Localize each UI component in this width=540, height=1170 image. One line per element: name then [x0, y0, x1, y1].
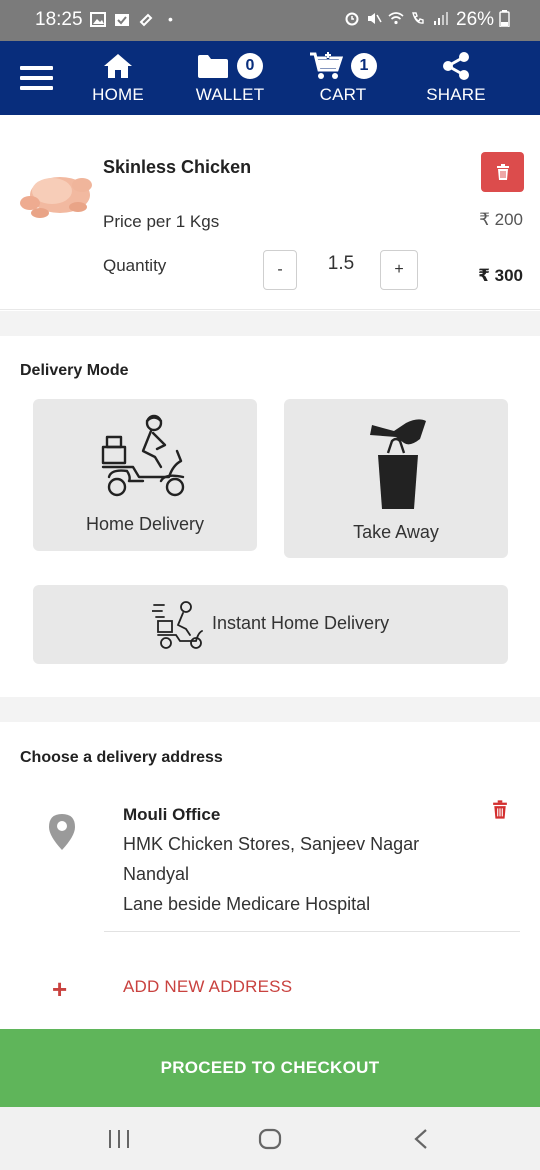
delivery-address-section: Choose a delivery address Mouli Office H…: [0, 722, 540, 1029]
nav-wallet-label: WALLET: [195, 85, 265, 104]
folder-icon: [198, 55, 228, 78]
address-line-1: HMK Chicken Stores, Sanjeev Nagar: [123, 834, 420, 854]
system-navigation-bar: [0, 1107, 540, 1170]
remove-item-button[interactable]: [481, 152, 524, 192]
image-icon: [90, 11, 106, 27]
address-name: Mouli Office: [123, 805, 221, 824]
home-delivery-label: Home Delivery: [85, 514, 205, 534]
trash-icon: [496, 164, 509, 180]
back-icon[interactable]: [413, 1128, 429, 1150]
battery-icon: [499, 10, 511, 28]
chicken-image: [20, 177, 92, 218]
app-navbar: HOME 0 WALLET 1 CART SHARE: [0, 41, 540, 115]
delivery-mode-section: Delivery Mode Home Delivery Take Away In…: [0, 336, 540, 697]
calendar-check-icon: [115, 13, 129, 26]
plus-icon: +: [52, 974, 68, 1004]
status-bar: 18:25 • 26%: [0, 0, 540, 41]
signal-icon: [434, 12, 448, 25]
wifi-icon: [388, 12, 404, 25]
nav-wallet[interactable]: 0 WALLET: [190, 49, 270, 105]
nav-share[interactable]: SHARE: [426, 49, 486, 105]
cart-add-icon: [310, 51, 343, 79]
quantity-decrement-button[interactable]: -: [263, 250, 297, 290]
take-away-option[interactable]: Take Away: [284, 399, 508, 558]
fast-scooter-icon: [152, 601, 203, 649]
line-total: ₹ 300: [478, 266, 523, 285]
home-circle-icon[interactable]: [258, 1128, 282, 1150]
ticket-icon: [139, 13, 153, 26]
hamburger-menu-icon[interactable]: [20, 66, 53, 90]
shopping-bag-hand-icon: [370, 419, 426, 509]
share-icon: [443, 52, 469, 80]
nav-home-label: HOME: [92, 85, 144, 104]
recent-apps-icon[interactable]: [107, 1129, 131, 1149]
status-right-icons: [344, 11, 448, 26]
cart-badge: 1: [351, 53, 377, 79]
home-icon: [104, 54, 132, 78]
status-time: 18:25: [35, 9, 83, 30]
quantity-label: Quantity: [103, 256, 167, 275]
location-pin-icon: [49, 814, 75, 850]
instant-delivery-label: Instant Home Delivery: [212, 613, 390, 633]
nav-share-label: SHARE: [426, 85, 486, 104]
delivery-mode-title: Delivery Mode: [20, 362, 129, 379]
battery-percent: 26%: [456, 9, 511, 31]
nav-home[interactable]: HOME: [88, 49, 148, 105]
trash-icon[interactable]: [492, 800, 508, 819]
wifi-call-icon: [412, 12, 424, 24]
address-section-title: Choose a delivery address: [20, 749, 223, 766]
status-dot: •: [168, 11, 173, 27]
section-gap: [0, 697, 540, 722]
product-name: Skinless Chicken: [103, 157, 252, 177]
divider: [104, 931, 520, 932]
home-delivery-option[interactable]: Home Delivery: [33, 399, 257, 551]
instant-home-delivery-option[interactable]: Instant Home Delivery: [33, 585, 508, 664]
address-line-3: Lane beside Medicare Hospital: [123, 894, 371, 914]
nav-cart[interactable]: 1 CART: [307, 49, 379, 105]
nav-cart-label: CART: [319, 85, 367, 104]
proceed-to-checkout-button[interactable]: PROCEED TO CHECKOUT: [0, 1029, 540, 1107]
address-line-2: Nandyal: [123, 864, 190, 884]
section-gap: [0, 311, 540, 336]
quantity-increment-button[interactable]: +: [380, 250, 418, 290]
add-new-address-label: ADD NEW ADDRESS: [123, 977, 293, 996]
unit-price: ₹ 200: [479, 210, 523, 229]
scooter-rider-icon: [101, 414, 185, 497]
cart-product-card: Skinless Chicken Price per 1 Kgs ₹ 200 Q…: [0, 115, 540, 310]
alarm-icon: [345, 12, 359, 26]
mute-icon: [368, 13, 382, 24]
status-left-icons: •: [90, 11, 173, 27]
quantity-value: 1.5: [327, 253, 355, 274]
wallet-badge: 0: [237, 53, 263, 79]
price-label: Price per 1 Kgs: [103, 212, 220, 231]
take-away-label: Take Away: [353, 522, 439, 542]
